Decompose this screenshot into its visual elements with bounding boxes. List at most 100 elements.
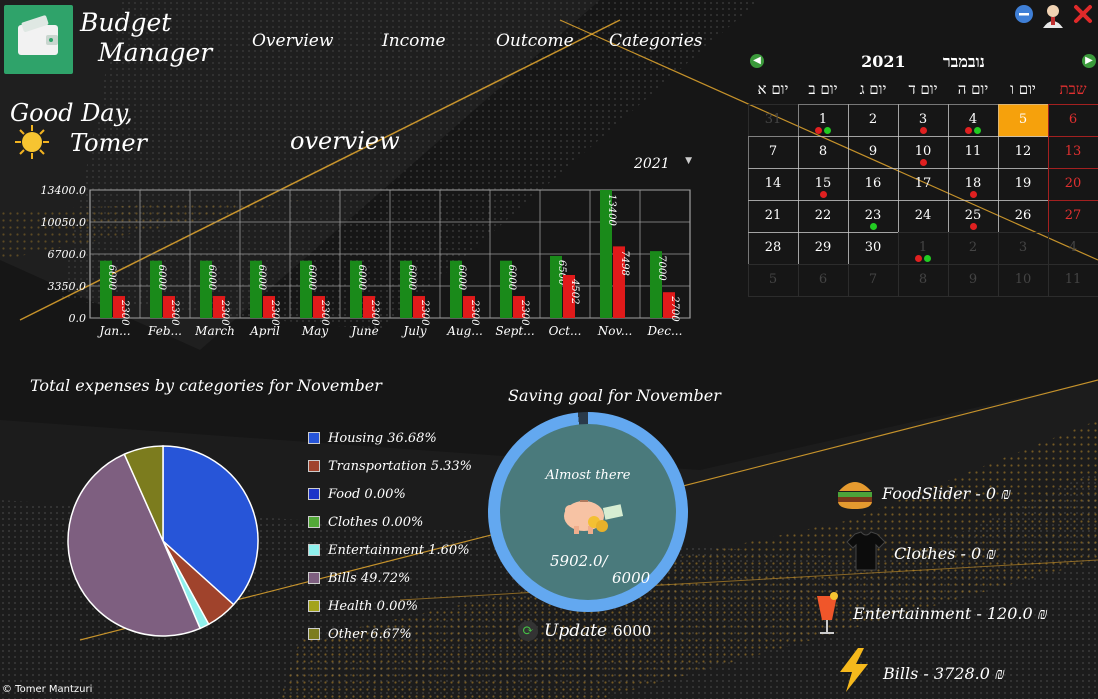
piggy-bank-icon [558, 490, 624, 538]
calendar-day[interactable]: 29 [797, 231, 849, 265]
x-tick-label: March [194, 324, 235, 338]
calendar-day[interactable]: 20 [1047, 167, 1098, 201]
calendar-day[interactable]: 10 [997, 263, 1049, 297]
goal-target: 6000 [612, 569, 651, 587]
update-goal-button[interactable]: ⟳ Update 6000 [518, 616, 651, 646]
event-dot [974, 126, 981, 134]
legend-label: Clothes 0.00% [328, 514, 424, 530]
calendar-day[interactable]: 6 [797, 263, 849, 297]
calendar-day[interactable]: 12 [997, 135, 1049, 169]
bar-value-label: 7498 [619, 250, 630, 275]
greeting-text: Good Day, [10, 99, 133, 127]
calendar-next-button[interactable]: ▶ [1082, 54, 1096, 68]
calendar-day[interactable]: 9 [847, 135, 899, 169]
x-tick-label: July [400, 324, 426, 338]
bar-value-label: 13400 [606, 194, 617, 226]
goal-title: Saving goal for November [508, 386, 721, 405]
calendar-day[interactable]: 4 [947, 103, 999, 137]
event-dot [815, 126, 822, 134]
calendar-day[interactable]: 17 [897, 167, 949, 201]
calendar-day[interactable]: 7 [747, 135, 799, 169]
nav-outcome[interactable]: Outcome [496, 31, 574, 51]
x-tick-label: May [301, 324, 328, 338]
legend-label: Transportation 5.33% [328, 458, 473, 474]
event-dot [965, 126, 972, 134]
bar-value-label: 6000 [106, 265, 117, 291]
category-food[interactable]: FoodSlider - 0 ₪ [882, 484, 1011, 504]
calendar-day[interactable]: 14 [747, 167, 799, 201]
category-clothes[interactable]: Clothes - 0 ₪ [894, 544, 996, 564]
calendar-day[interactable]: 2 [847, 103, 899, 137]
calendar-day[interactable]: 13 [1047, 135, 1098, 169]
calendar-day[interactable]: 30 [847, 231, 899, 265]
calendar-day-number: 1 [818, 111, 828, 127]
calendar-day[interactable]: 1 [797, 103, 849, 137]
calendar-day-number: 22 [814, 207, 832, 223]
event-indicators [849, 222, 898, 230]
calendar-day[interactable]: 5 [997, 103, 1049, 137]
event-indicators [799, 126, 848, 134]
calendar-day[interactable]: 23 [847, 199, 899, 233]
nav-overview[interactable]: Overview [252, 31, 333, 51]
year-select[interactable]: 2021 ▼ [634, 156, 696, 176]
nav-categories[interactable]: Categories [609, 31, 703, 51]
calendar-day[interactable]: 2 [947, 231, 999, 265]
legend-swatch [308, 600, 320, 612]
calendar-day[interactable]: 10 [897, 135, 949, 169]
y-tick-label: 3350.0 [48, 280, 87, 293]
event-dot [824, 126, 831, 134]
calendar-day[interactable]: 26 [997, 199, 1049, 233]
legend-label: Health 0.00% [328, 598, 418, 614]
calendar-day[interactable]: 18 [947, 167, 999, 201]
update-value-input[interactable]: 6000 [613, 622, 651, 640]
event-indicators [899, 254, 948, 262]
wallet-logo-icon [4, 5, 73, 74]
bar-value-label: 2300 [469, 299, 480, 326]
calendar-day[interactable]: 1 [897, 231, 949, 265]
calendar-day[interactable]: 6 [1047, 103, 1098, 137]
calendar: ◀ נובמבר 2021 ▶ יום א יום ב יום ג יום ד יום … [747, 52, 1098, 297]
calendar-day[interactable]: 22 [797, 199, 849, 233]
category-bills[interactable]: Bills - 3728.0 ₪ [883, 664, 1005, 684]
bar-value-label: 6000 [506, 265, 517, 291]
calendar-day[interactable]: 3 [897, 103, 949, 137]
calendar-grid: 31 1 2 3 4 5 6 7 8 9 10 11 12 13 14 15 16 17 18 19 20 21 22 23 2… [747, 103, 1098, 297]
legend-item: Food 0.00% [308, 480, 472, 508]
nav-income[interactable]: Income [382, 31, 446, 51]
user-profile-icon[interactable] [1042, 4, 1064, 28]
calendar-day[interactable]: 9 [947, 263, 999, 297]
minimize-button[interactable] [1014, 4, 1034, 24]
bar-value-label: 6000 [456, 265, 467, 291]
calendar-day[interactable]: 11 [1047, 263, 1098, 297]
calendar-day-number: 9 [968, 271, 978, 287]
calendar-day[interactable]: 19 [997, 167, 1049, 201]
y-tick-label: 6700.0 [48, 248, 87, 261]
calendar-day[interactable]: 8 [797, 135, 849, 169]
close-button[interactable] [1073, 4, 1093, 24]
bar-value-label: 2300 [519, 299, 530, 326]
calendar-day[interactable]: 11 [947, 135, 999, 169]
calendar-day[interactable]: 7 [847, 263, 899, 297]
calendar-day[interactable]: 3 [997, 231, 1049, 265]
x-tick-label: April [249, 324, 280, 338]
calendar-day[interactable]: 5 [747, 263, 799, 297]
calendar-day[interactable]: 21 [747, 199, 799, 233]
calendar-day[interactable]: 31 [747, 103, 799, 137]
category-entertainment[interactable]: Entertainment - 120.0 ₪ [853, 604, 1048, 624]
calendar-day-number: 8 [918, 271, 928, 287]
calendar-day[interactable]: 15 [797, 167, 849, 201]
calendar-day[interactable]: 25 [947, 199, 999, 233]
calendar-day-number: 1 [918, 239, 928, 255]
calendar-day-number: 7 [868, 271, 878, 287]
x-tick-label: Nov... [597, 324, 633, 338]
calendar-day[interactable]: 16 [847, 167, 899, 201]
calendar-day[interactable]: 8 [897, 263, 949, 297]
shirt-icon [845, 530, 887, 572]
calendar-day[interactable]: 28 [747, 231, 799, 265]
calendar-day[interactable]: 27 [1047, 199, 1098, 233]
legend-swatch [308, 488, 320, 500]
calendar-day-number: 4 [1068, 239, 1078, 255]
legend-swatch [308, 572, 320, 584]
calendar-day[interactable]: 24 [897, 199, 949, 233]
calendar-day[interactable]: 4 [1047, 231, 1098, 265]
